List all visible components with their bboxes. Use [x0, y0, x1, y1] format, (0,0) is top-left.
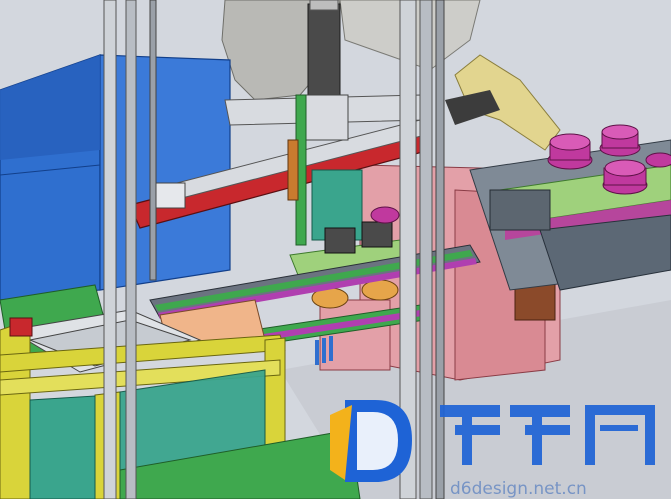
orange-drag-chain — [287, 139, 299, 201]
cad-render-canvas: d6design.net.cn — [0, 0, 671, 499]
yellow-post-left — [0, 319, 31, 499]
red-small-block — [9, 317, 33, 337]
frame-post-1 — [103, 0, 117, 499]
gripper-cylinder-right — [361, 221, 393, 248]
cad-render-view: d6design.net.cn — [0, 0, 671, 499]
blue-bin-side — [99, 54, 231, 291]
blue-cable-bundle — [315, 336, 333, 365]
gripper-cylinder-left — [324, 227, 356, 254]
frame-post-2 — [125, 0, 137, 499]
motor-cap — [309, 0, 339, 11]
frame-post-6 — [435, 0, 445, 499]
watermark-url: d6design.net.cn — [450, 479, 587, 499]
z-axis-carriage — [299, 94, 349, 141]
right-gripper-block — [489, 189, 551, 231]
teal-panel-front — [29, 395, 96, 499]
rail-end-block — [154, 182, 186, 209]
gripper-magenta-cup — [370, 206, 400, 224]
servo-motor — [307, 3, 341, 97]
frame-post-3 — [149, 0, 157, 281]
frame-post-5 — [419, 0, 433, 499]
